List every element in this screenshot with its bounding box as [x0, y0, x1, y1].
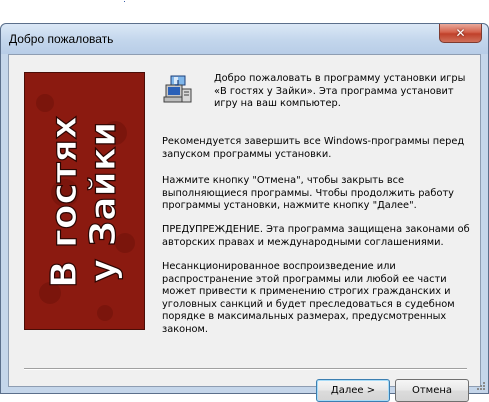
resize-grip-icon[interactable]: [476, 381, 486, 391]
close-button[interactable]: ✕: [439, 24, 482, 43]
banner-line-1: В гостях: [44, 116, 85, 288]
stray-pixel: [124, 1, 125, 2]
legal-text: Несанкционированное воспроизведение или …: [162, 261, 455, 335]
instructions-text: Нажмите кнопку "Отмена", чтобы закрыть в…: [162, 175, 454, 212]
window-title: Добро пожаловать: [9, 32, 114, 46]
next-button[interactable]: Далее >: [316, 379, 390, 402]
dialog-body: В гостях у Зайки Добро пожаловать в прог…: [8, 54, 481, 402]
close-icon: ✕: [455, 26, 466, 40]
warning-text: ПРЕДУПРЕЖДЕНИЕ. Эта программа защищена з…: [162, 224, 470, 248]
cancel-button[interactable]: Отмена: [395, 379, 469, 402]
recommend-text: Рекомендуется завершить все Windows-прог…: [162, 136, 465, 160]
button-separator: [24, 368, 467, 370]
setup-computer-icon: [162, 74, 194, 106]
banner-line-2: у Зайки: [83, 122, 124, 283]
intro-text: Добро пожаловать в программу установки и…: [214, 73, 466, 110]
welcome-dialog: Добро пожаловать ✕ В гостях у Зайки Добр…: [0, 23, 489, 402]
game-banner: В гостях у Зайки: [24, 72, 145, 330]
title-bar[interactable]: Добро пожаловать ✕: [1, 24, 488, 54]
banner-art: В гостях у Зайки: [25, 73, 144, 329]
